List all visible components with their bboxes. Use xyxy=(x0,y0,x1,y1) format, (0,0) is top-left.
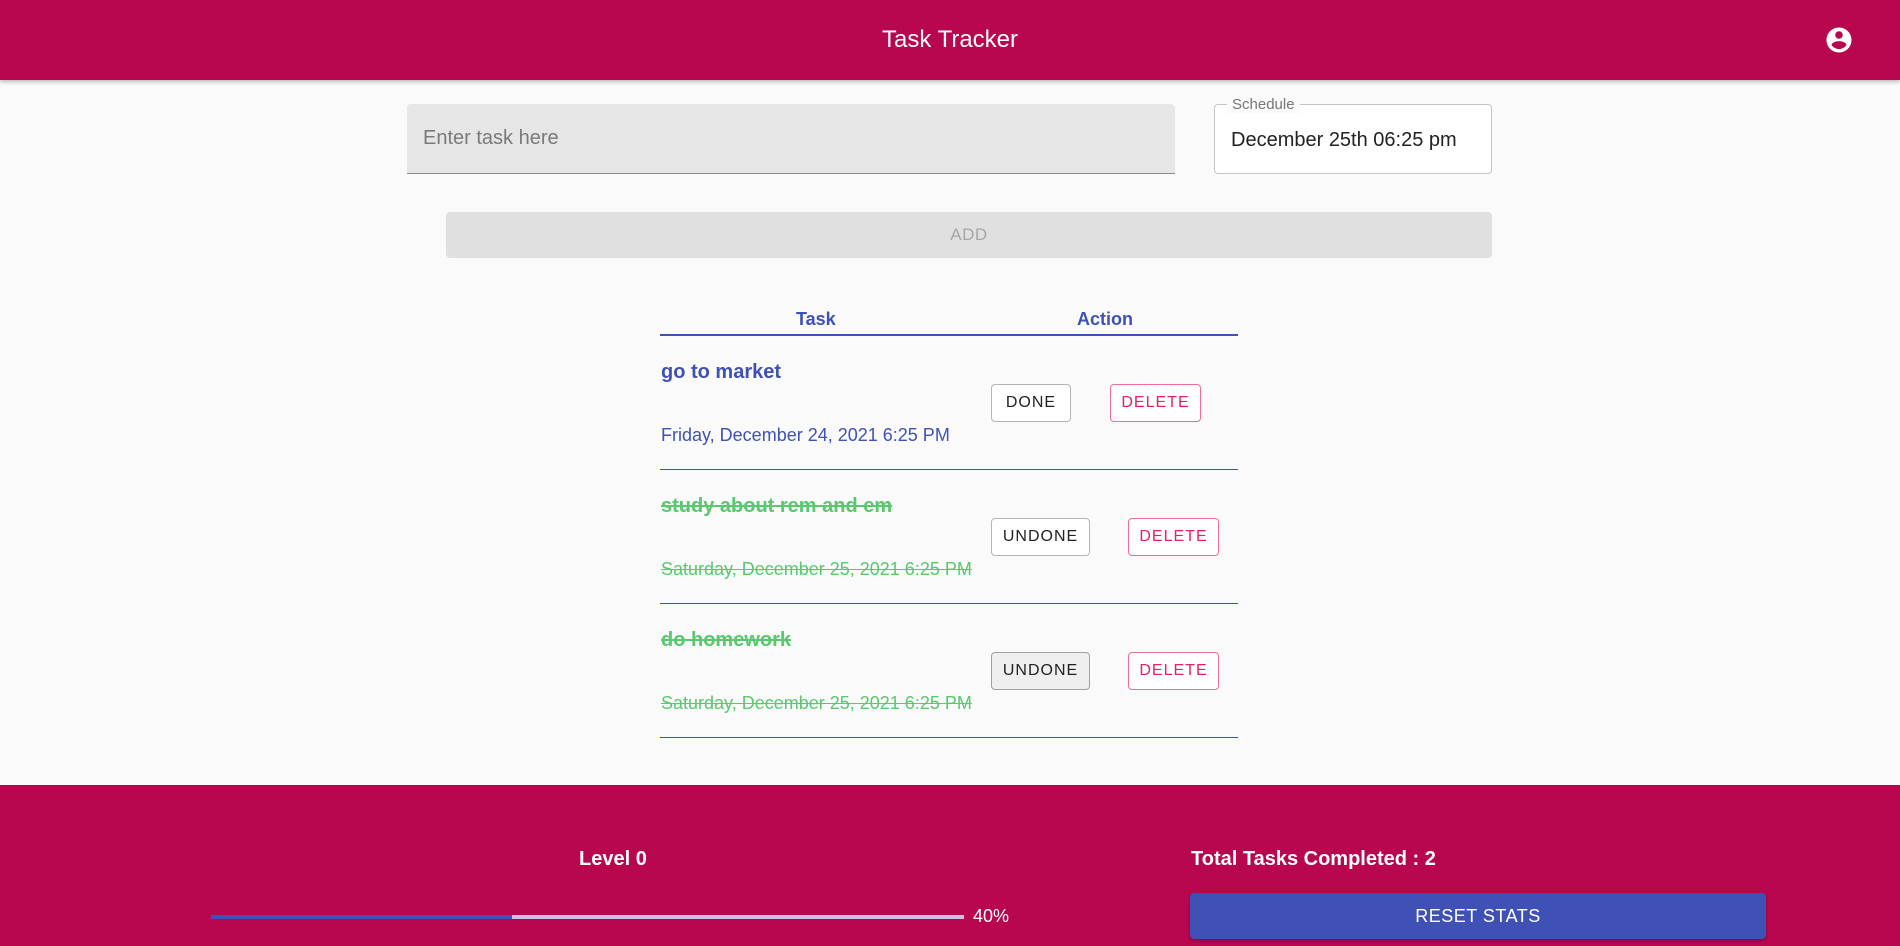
app-bar: Task Tracker xyxy=(0,0,1900,80)
level-progress-fill xyxy=(211,915,513,919)
app-title: Task Tracker xyxy=(881,26,1019,53)
delete-button[interactable]: DELETE xyxy=(1128,518,1219,556)
task-date: Friday, December 24, 2021 6:25 PM xyxy=(661,425,950,445)
level-progress-value: 40% xyxy=(973,906,1010,926)
delete-button[interactable]: DELETE xyxy=(1110,384,1201,422)
schedule-label: Schedule xyxy=(1227,96,1300,113)
stats-footer: Level 0 40% Total Tasks Completed : 2 RE… xyxy=(0,785,1900,946)
task-name: study about rem and em xyxy=(661,495,893,517)
schedule-picker[interactable]: Schedule December 25th 06:25 pm xyxy=(1214,96,1492,174)
task-row: study about rem and em Saturday, Decembe… xyxy=(660,470,1238,604)
reset-stats-button[interactable]: RESET STATS xyxy=(1190,893,1766,939)
done-button[interactable]: DONE xyxy=(991,384,1071,422)
task-date: Saturday, December 25, 2021 6:25 PM xyxy=(661,693,972,713)
task-row: do homework Saturday, December 25, 2021 … xyxy=(660,604,1238,738)
undone-button[interactable]: UNDONE xyxy=(991,652,1090,690)
task-table-header: Task Action xyxy=(660,306,1238,336)
level-label: Level 0 xyxy=(579,848,647,870)
task-date: Saturday, December 25, 2021 6:25 PM xyxy=(661,559,972,579)
total-completed-label: Total Tasks Completed : 2 xyxy=(1191,848,1436,870)
task-name: go to market xyxy=(661,361,782,383)
task-row: go to market Friday, December 24, 2021 6… xyxy=(660,336,1238,470)
task-input[interactable] xyxy=(407,104,1175,174)
schedule-value: December 25th 06:25 pm xyxy=(1231,129,1457,151)
account-circle-icon[interactable] xyxy=(1824,25,1854,55)
add-task-button[interactable]: ADD xyxy=(446,212,1492,258)
task-name: do homework xyxy=(661,629,792,651)
action-column-header: Action xyxy=(1077,309,1133,329)
delete-button[interactable]: DELETE xyxy=(1128,652,1219,690)
level-progress-bar xyxy=(211,915,964,919)
task-column-header: Task xyxy=(796,309,836,329)
undone-button[interactable]: UNDONE xyxy=(991,518,1090,556)
